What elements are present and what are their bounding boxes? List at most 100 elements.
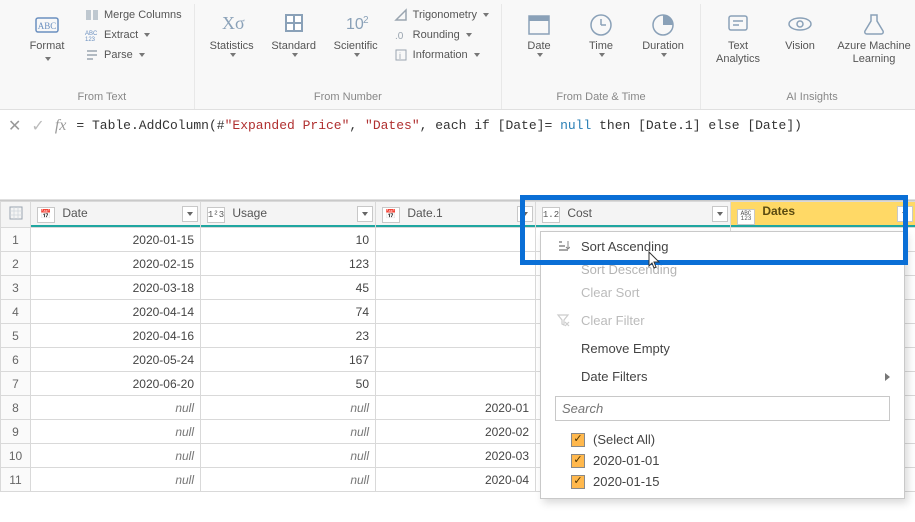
remove-empty-item[interactable]: Remove Empty	[541, 334, 904, 362]
cell-date1[interactable]	[376, 372, 536, 396]
cell-usage[interactable]: 45	[201, 276, 376, 300]
checkbox-icon	[571, 475, 585, 489]
standard-button[interactable]: Standard	[265, 6, 323, 61]
vision-button[interactable]: Vision	[771, 6, 829, 57]
checkbox-icon	[571, 433, 585, 447]
cell-date1[interactable]	[376, 252, 536, 276]
cell-usage[interactable]: 74	[201, 300, 376, 324]
cell-usage[interactable]: 10	[201, 228, 376, 252]
cell-usage[interactable]: null	[201, 468, 376, 492]
clear-sort-item[interactable]: Clear Sort	[541, 278, 904, 306]
sort-ascending-item[interactable]: Sort Ascending	[541, 232, 904, 260]
cell-date[interactable]: null	[31, 444, 201, 468]
filter-menu: Sort Ascending Sort Descending Clear Sor…	[540, 231, 905, 499]
row-number[interactable]: 10	[1, 444, 31, 468]
clear-filter-item[interactable]: Clear Filter	[541, 306, 904, 334]
column-header-date[interactable]: 📅 Date	[31, 202, 201, 228]
time-label: Time	[589, 40, 613, 53]
cell-date1[interactable]: 2020-04	[376, 468, 536, 492]
cell-usage[interactable]: null	[201, 396, 376, 420]
extract-button[interactable]: ABC123 Extract	[80, 26, 186, 44]
date-filters-item[interactable]: Date Filters	[541, 362, 904, 390]
filter-values-list: (Select All) 2020-01-01 2020-01-15	[541, 427, 904, 498]
row-number[interactable]: 11	[1, 468, 31, 492]
cancel-formula-button[interactable]: ✕	[8, 116, 21, 136]
text-analytics-button[interactable]: Text Analytics	[709, 6, 767, 70]
scientific-button[interactable]: 102 Scientific	[327, 6, 385, 61]
row-number[interactable]: 2	[1, 252, 31, 276]
cell-date[interactable]: 2020-04-14	[31, 300, 201, 324]
column-header-cost[interactable]: 1.2 Cost	[536, 202, 731, 228]
sort-descending-item[interactable]: Sort Descending	[541, 260, 904, 278]
menu-label: Clear Filter	[581, 313, 645, 328]
cell-date1[interactable]	[376, 348, 536, 372]
column-header-usage[interactable]: 1²3 Usage	[201, 202, 376, 228]
cell-date1[interactable]	[376, 324, 536, 348]
cell-usage[interactable]: 50	[201, 372, 376, 396]
type-decimal-icon: 1.2	[542, 207, 560, 223]
row-number[interactable]: 7	[1, 372, 31, 396]
cell-date[interactable]: null	[31, 420, 201, 444]
cell-date[interactable]: 2020-06-20	[31, 372, 201, 396]
cell-date1[interactable]: 2020-01	[376, 396, 536, 420]
cell-usage[interactable]: 23	[201, 324, 376, 348]
statistics-button[interactable]: Χσ Statistics	[203, 6, 261, 61]
menu-label: Date Filters	[581, 369, 647, 384]
row-number[interactable]: 3	[1, 276, 31, 300]
cell-date1[interactable]	[376, 300, 536, 324]
cell-usage[interactable]: null	[201, 444, 376, 468]
rounding-button[interactable]: .0 Rounding	[389, 26, 493, 44]
filter-search-input[interactable]	[555, 396, 890, 421]
row-number[interactable]: 9	[1, 420, 31, 444]
row-number[interactable]: 8	[1, 396, 31, 420]
cell-date[interactable]: 2020-02-15	[31, 252, 201, 276]
menu-label: Remove Empty	[581, 341, 670, 356]
information-button[interactable]: i Information	[389, 46, 493, 64]
trigonometry-button[interactable]: Trigonometry	[389, 6, 493, 24]
svg-text:Χσ: Χσ	[222, 13, 245, 33]
row-number[interactable]: 5	[1, 324, 31, 348]
cell-date[interactable]: 2020-01-15	[31, 228, 201, 252]
column-filter-button[interactable]	[182, 206, 198, 222]
row-number[interactable]: 4	[1, 300, 31, 324]
row-number[interactable]: 1	[1, 228, 31, 252]
cell-date[interactable]: 2020-04-16	[31, 324, 201, 348]
cell-usage[interactable]: 167	[201, 348, 376, 372]
cell-date1[interactable]: 2020-03	[376, 444, 536, 468]
column-filter-button[interactable]	[357, 206, 373, 222]
filter-check-item[interactable]: 2020-01-01	[571, 450, 890, 471]
date-button[interactable]: Date	[510, 6, 568, 61]
check-label: 2020-01-01	[593, 453, 660, 468]
column-filter-button[interactable]	[712, 206, 728, 222]
cell-date1[interactable]	[376, 228, 536, 252]
row-number[interactable]: 6	[1, 348, 31, 372]
cell-date[interactable]: 2020-05-24	[31, 348, 201, 372]
column-filter-button[interactable]	[897, 206, 913, 222]
cell-usage[interactable]: 123	[201, 252, 376, 276]
cell-date1[interactable]: 2020-02	[376, 420, 536, 444]
cell-usage[interactable]: null	[201, 420, 376, 444]
format-button[interactable]: ABC Format	[18, 6, 76, 70]
column-header-date1[interactable]: 📅 Date.1	[376, 202, 536, 228]
column-filter-button[interactable]	[517, 206, 533, 222]
commit-formula-button[interactable]: ✓	[31, 116, 44, 136]
merge-columns-button[interactable]: Merge Columns	[80, 6, 186, 24]
filter-check-item[interactable]: (Select All)	[571, 429, 890, 450]
column-label: Dates	[762, 204, 795, 218]
formula-input[interactable]: = Table.AddColumn(#"Expanded Price", "Da…	[76, 116, 802, 133]
fx-icon[interactable]: fx	[55, 117, 67, 135]
aml-button[interactable]: Azure Machine Learning	[833, 6, 915, 70]
svg-text:2: 2	[363, 15, 369, 26]
svg-text:123: 123	[85, 37, 96, 42]
time-button[interactable]: Time	[572, 6, 630, 61]
cell-date[interactable]: 2020-03-18	[31, 276, 201, 300]
cell-date[interactable]: null	[31, 468, 201, 492]
filter-check-item[interactable]: 2020-01-15	[571, 471, 890, 492]
cell-date1[interactable]	[376, 276, 536, 300]
parse-button[interactable]: Parse	[80, 46, 186, 64]
select-all-corner[interactable]	[1, 202, 31, 228]
duration-button[interactable]: Duration	[634, 6, 692, 61]
textanalytics-icon	[724, 10, 752, 38]
cell-date[interactable]: null	[31, 396, 201, 420]
column-header-dates[interactable]: ABC123 Dates	[731, 202, 915, 228]
